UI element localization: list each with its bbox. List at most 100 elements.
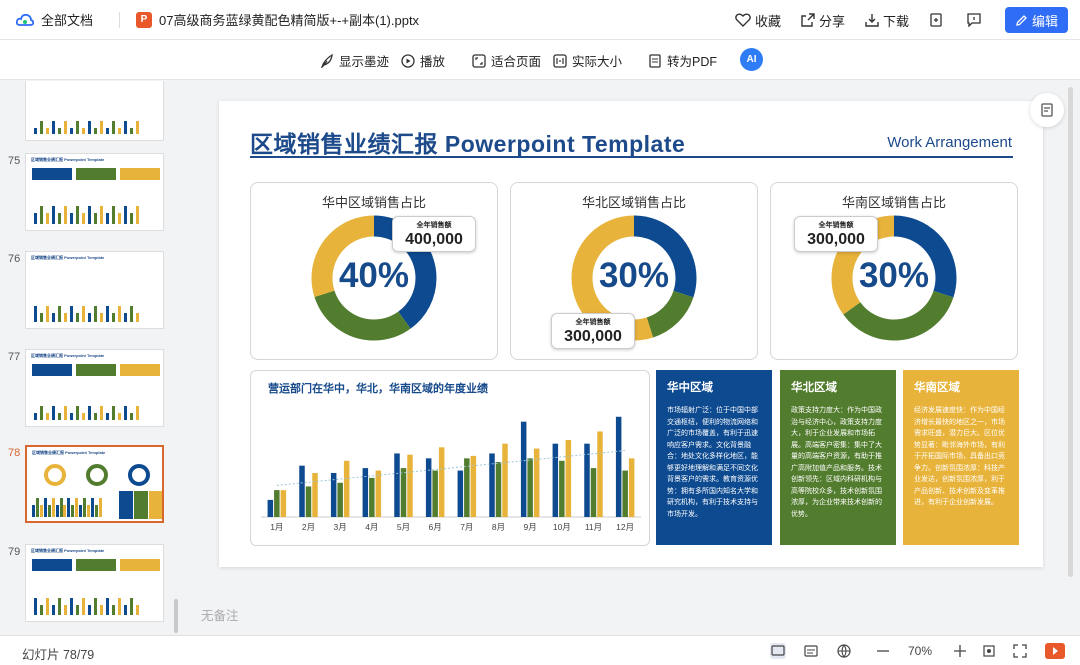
breadcrumb-label[interactable]: 全部文档: [41, 10, 93, 29]
speaker-notes[interactable]: 无备注: [201, 605, 239, 624]
slideshow-play-button[interactable]: [1045, 643, 1065, 659]
x-tick-label: 12月: [616, 522, 634, 532]
x-tick-label: 5月: [397, 522, 410, 532]
slide-thumbnail[interactable]: 区域销售业绩汇报 Powerpoint Template: [25, 544, 164, 622]
callout-value: 300,000: [564, 328, 622, 345]
slide-thumbnail[interactable]: [25, 81, 164, 141]
edit-button[interactable]: 编辑: [1004, 7, 1068, 33]
slide-thumbnail[interactable]: 区域销售业绩汇报 Powerpoint Template: [25, 445, 164, 523]
comment-button[interactable]: [967, 13, 985, 27]
sidebar-scrollbar[interactable]: [174, 599, 178, 633]
bar: [280, 490, 287, 517]
favorite-button[interactable]: 收藏: [735, 11, 781, 30]
bar: [597, 431, 603, 517]
bar: [527, 458, 533, 517]
play-icon: [1053, 647, 1058, 655]
export-button[interactable]: [929, 13, 947, 27]
sales-callout: 全年销售额 400,000: [392, 216, 476, 252]
bar: [615, 416, 622, 517]
bar: [312, 473, 318, 517]
region-card-south: 华南区域 经济发展速度快：作为中国经济增长最快的地区之一，市场需求旺盛，潜力巨大…: [903, 370, 1019, 545]
bar: [299, 465, 305, 517]
bar: [425, 458, 432, 517]
bar: [559, 460, 565, 517]
share-button[interactable]: 分享: [801, 11, 845, 30]
callout-label: 全年销售额: [575, 319, 611, 326]
fit-icon: [472, 53, 486, 68]
zoom-in-icon[interactable]: [952, 643, 968, 659]
pencil-icon: [1016, 14, 1027, 26]
zoom-level[interactable]: 70%: [908, 644, 932, 658]
bar: [375, 470, 382, 517]
thumbnail-number: 76: [8, 253, 21, 265]
side-tool-button[interactable]: [1030, 93, 1064, 127]
to-pdf-button[interactable]: 转为PDF: [648, 51, 717, 70]
bar: [533, 448, 540, 517]
export-icon: [930, 13, 942, 27]
slide-thumbnail[interactable]: 区域销售业绩汇报 Powerpoint Template: [25, 153, 164, 231]
slide-thumbnail[interactable]: 区域销售业绩汇报 Powerpoint Template: [25, 349, 164, 427]
x-tick-label: 1月: [270, 522, 283, 532]
actual-size-icon: [553, 53, 567, 68]
bar-chart-card: 营运部门在华中，华北，华南区域的年度业绩 1月 2月 3月 4月 5月 6月 7月 8月 9月 1…: [250, 370, 650, 546]
play-icon: [401, 53, 415, 68]
bar: [622, 470, 628, 517]
bar: [337, 482, 343, 517]
bar: [495, 462, 502, 517]
bar: [464, 458, 470, 517]
ai-assistant-button[interactable]: AI: [740, 48, 763, 71]
download-button[interactable]: 下载: [865, 11, 909, 30]
play-button[interactable]: 播放: [401, 51, 445, 70]
actual-size-button[interactable]: 实际大小: [553, 51, 622, 70]
bar-chart: 1月 2月 3月 4月 5月 6月 7月 8月 9月 10月 11月 12月: [261, 416, 641, 532]
bar: [520, 421, 527, 517]
bar: [489, 453, 495, 517]
x-tick-label: 9月: [524, 522, 537, 532]
bar: [369, 477, 375, 517]
view-toolbar: 显示墨迹 播放 适合页面 实际大小 转为PDF AI: [0, 40, 1080, 80]
download-label: 下载: [882, 13, 909, 29]
slide-subtitle: Work Arrangement: [887, 134, 1012, 151]
bar: [267, 499, 274, 517]
sales-callout: 全年销售额 300,000: [794, 216, 878, 252]
region-name: 华南区域: [914, 382, 960, 394]
slide-thumbnail-panel[interactable]: 75 区域销售业绩汇报 Powerpoint Template 76 区域销售业绩汇报…: [0, 81, 183, 635]
bar: [457, 470, 464, 517]
bar: [432, 470, 438, 517]
callout-label: 全年销售额: [818, 222, 854, 229]
bar: [362, 468, 369, 517]
slide-canvas: 区域销售业绩汇报 Powerpoint Template Work Arrang…: [184, 81, 1080, 635]
pdf-icon: [649, 53, 661, 68]
normal-view-icon[interactable]: [770, 643, 786, 659]
cloud-icon: [15, 13, 35, 27]
download-icon: [865, 14, 879, 27]
show-ink-button[interactable]: 显示墨迹: [320, 51, 389, 70]
x-tick-label: 7月: [460, 522, 473, 532]
bar: [305, 486, 312, 517]
bar: [343, 460, 350, 517]
thumbnail-number: 79: [8, 546, 21, 558]
top-bar: 全部文档 P 07高级商务蓝绿黄配色精简版+-+副本(1).pptx 收藏 分享…: [0, 0, 1080, 40]
donut-card-south: 华南区域销售占比 30% 全年销售额 300,000: [770, 182, 1018, 360]
fullscreen-icon[interactable]: [1012, 643, 1028, 659]
bar: [274, 490, 280, 517]
globe-icon[interactable]: [836, 643, 852, 659]
fit-window-icon[interactable]: [981, 643, 997, 659]
breadcrumb[interactable]: 全部文档: [0, 10, 93, 29]
donut-card-north: 华北区域销售占比 30% 全年销售额 300,000: [510, 182, 758, 360]
canvas-scrollbar[interactable]: [1068, 87, 1073, 577]
to-pdf-label: 转为PDF: [667, 55, 718, 69]
file-title: P 07高级商务蓝绿黄配色精简版+-+副本(1).pptx: [136, 10, 419, 29]
region-card-central: 华中区域 市场辐射广泛：位于中国中部交通枢纽，便利的物流网络和广泛的市场覆盖，有…: [656, 370, 772, 545]
slide-thumbnail[interactable]: 区域销售业绩汇报 Powerpoint Template: [25, 251, 164, 329]
donut-card-central: 华中区域销售占比 40% 全年销售额 400,000: [250, 182, 498, 360]
fit-page-button[interactable]: 适合页面: [472, 51, 541, 70]
filename: 07高级商务蓝绿黄配色精简版+-+副本(1).pptx: [159, 13, 420, 28]
x-tick-label: 6月: [429, 522, 442, 532]
slide-title: 区域销售业绩汇报 Powerpoint Template: [250, 131, 686, 157]
status-bar: 幻灯片 78/79 70%: [0, 635, 1080, 665]
trend-line: [276, 450, 626, 486]
notes-view-icon[interactable]: [803, 643, 819, 659]
ai-icon: AI: [746, 54, 757, 65]
zoom-out-icon[interactable]: [875, 643, 891, 659]
